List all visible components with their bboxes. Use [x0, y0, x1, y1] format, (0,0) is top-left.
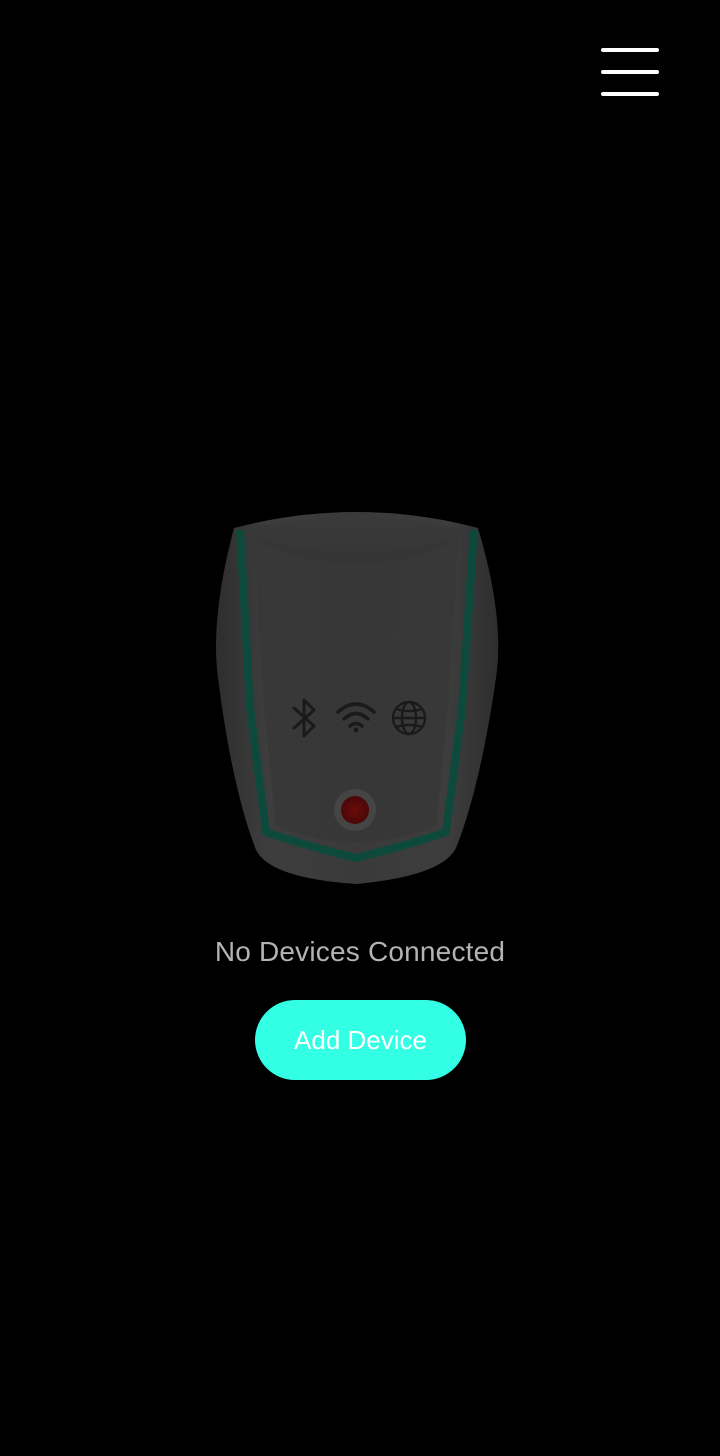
menu-bar-middle [601, 70, 659, 74]
hamburger-menu-icon [601, 48, 659, 52]
add-device-button[interactable]: Add Device [255, 1000, 466, 1080]
menu-bar-bottom [601, 92, 659, 96]
status-led-indicator [334, 789, 376, 831]
no-devices-status-text: No Devices Connected [214, 936, 506, 967]
menu-button[interactable] [594, 42, 666, 104]
hub-device-illustration [210, 508, 502, 890]
